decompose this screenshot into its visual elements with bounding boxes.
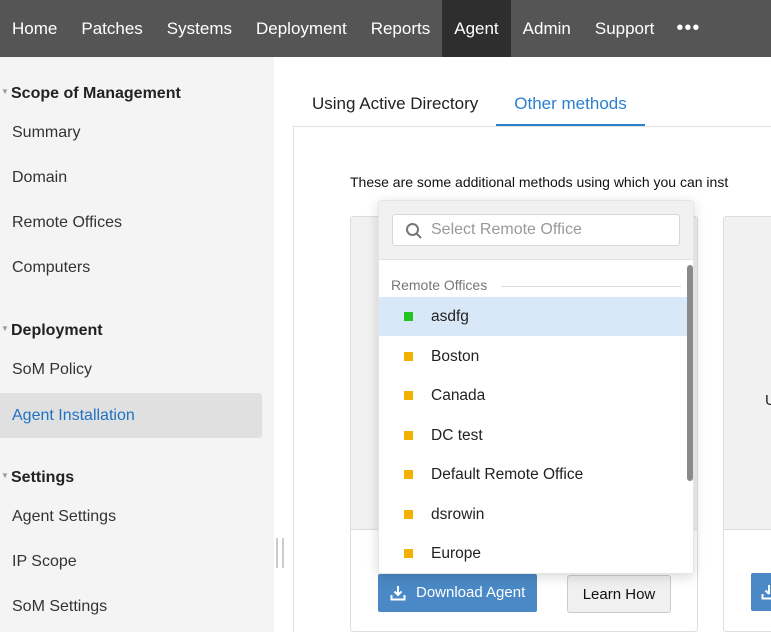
section-title: Deployment xyxy=(11,322,103,339)
method-card: U xyxy=(723,216,771,632)
nav-systems[interactable]: Systems xyxy=(155,0,244,57)
caret-icon: ▼ xyxy=(1,87,9,96)
option-label: asdfg xyxy=(431,308,469,325)
section-deployment[interactable]: ▼ Deployment xyxy=(1,322,103,340)
section-scope-of-management[interactable]: ▼ Scope of Management xyxy=(1,85,181,103)
section-settings[interactable]: ▼ Settings xyxy=(1,469,75,487)
sidebar-resize-handle[interactable] xyxy=(276,538,284,568)
group-label: Remote Offices xyxy=(391,277,681,293)
status-icon xyxy=(404,312,413,321)
nav-patches[interactable]: Patches xyxy=(69,0,154,57)
caret-icon: ▼ xyxy=(1,324,9,333)
download-icon xyxy=(761,585,771,600)
option-item[interactable]: Canada xyxy=(379,376,687,415)
tab-active-directory[interactable]: Using Active Directory xyxy=(294,80,496,126)
status-icon xyxy=(404,391,413,400)
sidebar-item-summary[interactable]: Summary xyxy=(0,110,262,155)
nav-reports[interactable]: Reports xyxy=(359,0,443,57)
status-icon xyxy=(404,351,413,361)
option-item[interactable]: Europe xyxy=(379,534,687,573)
intro-text: These are some additional methods using … xyxy=(350,174,729,190)
caret-icon: ▼ xyxy=(1,471,9,480)
nav-deployment[interactable]: Deployment xyxy=(244,0,359,57)
sidebar: ▼ Scope of Management Summary Domain Remo… xyxy=(0,57,274,632)
option-item[interactable]: dsrowin xyxy=(379,495,687,534)
option-item[interactable]: DC test xyxy=(379,416,687,455)
status-icon xyxy=(404,430,413,440)
search-placeholder: Select Remote Office xyxy=(431,221,582,238)
card-text: U xyxy=(765,392,771,409)
search-icon xyxy=(406,223,422,239)
option-label: Default Remote Office xyxy=(431,466,584,483)
remote-office-dropdown: Select Remote Office Remote Offices asdf… xyxy=(378,200,694,574)
nav-support[interactable]: Support xyxy=(583,0,667,57)
sidebar-item-remote-offices[interactable]: Remote Offices xyxy=(0,200,262,245)
option-label: Europe xyxy=(431,545,481,562)
status-icon xyxy=(404,549,413,558)
section-title: Scope of Management xyxy=(11,85,181,102)
tab-other-methods[interactable]: Other methods xyxy=(496,80,645,126)
option-item[interactable]: Default Remote Office xyxy=(379,455,687,494)
option-item[interactable]: asdfg xyxy=(379,297,687,336)
status-icon xyxy=(404,509,413,519)
sidebar-item-agent-installation[interactable]: Agent Installation xyxy=(0,393,262,438)
sidebar-item-domain[interactable]: Domain xyxy=(0,155,262,200)
nav-agent[interactable]: Agent xyxy=(442,0,511,57)
nav-admin[interactable]: Admin xyxy=(511,0,583,57)
option-label: Canada xyxy=(431,387,486,404)
sidebar-item-ip-scope[interactable]: IP Scope xyxy=(0,539,262,584)
download-icon xyxy=(390,586,406,601)
nav-home[interactable]: Home xyxy=(0,0,69,57)
option-label: DC test xyxy=(431,426,483,444)
option-label: dsrowin xyxy=(431,505,485,523)
section-title: Settings xyxy=(11,469,75,486)
remote-office-search-input[interactable]: Select Remote Office xyxy=(392,214,680,246)
status-icon xyxy=(404,470,413,479)
option-item[interactable]: Boston xyxy=(379,337,687,376)
option-label: Boston xyxy=(431,347,480,365)
download-agent-button[interactable]: Download Agent xyxy=(378,574,538,612)
sidebar-item-computers[interactable]: Computers xyxy=(0,245,262,290)
learn-how-button[interactable]: Learn How xyxy=(567,575,671,613)
more-icon[interactable]: ••• xyxy=(666,0,710,57)
sidebar-item-agent-settings[interactable]: Agent Settings xyxy=(0,494,262,539)
tabs: Using Active Directory Other methods xyxy=(294,80,645,126)
sidebar-item-som-settings[interactable]: SoM Settings xyxy=(0,584,262,629)
scrollbar[interactable] xyxy=(687,265,693,481)
download-agent-button-2[interactable] xyxy=(751,573,771,611)
download-label: Download Agent xyxy=(416,584,526,601)
top-nav: Home Patches Systems Deployment Reports … xyxy=(0,0,771,57)
sidebar-item-som-policy[interactable]: SoM Policy xyxy=(0,347,262,392)
